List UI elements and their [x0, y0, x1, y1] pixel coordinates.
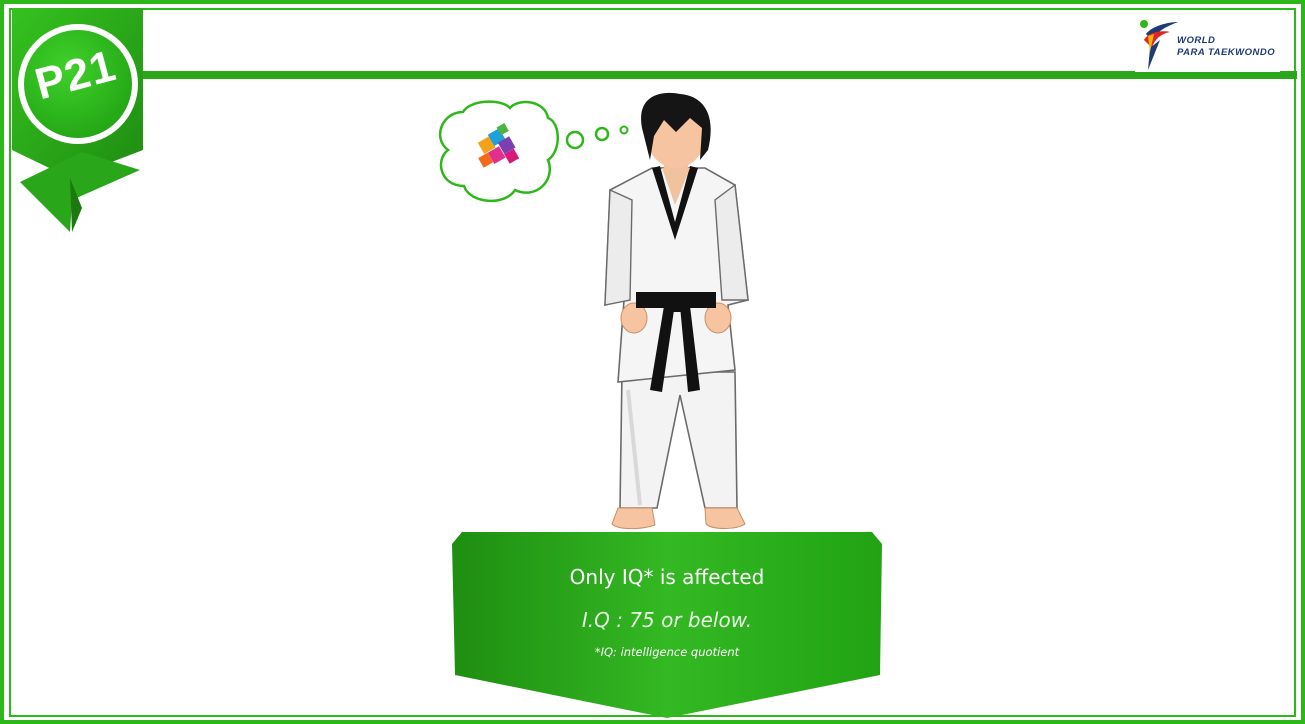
iq-criterion: I.Q : 75 or below.	[581, 608, 753, 632]
banner-title: Only IQ* is affected	[569, 565, 765, 589]
iq-footnote: *IQ: intelligence quotient	[594, 645, 740, 659]
